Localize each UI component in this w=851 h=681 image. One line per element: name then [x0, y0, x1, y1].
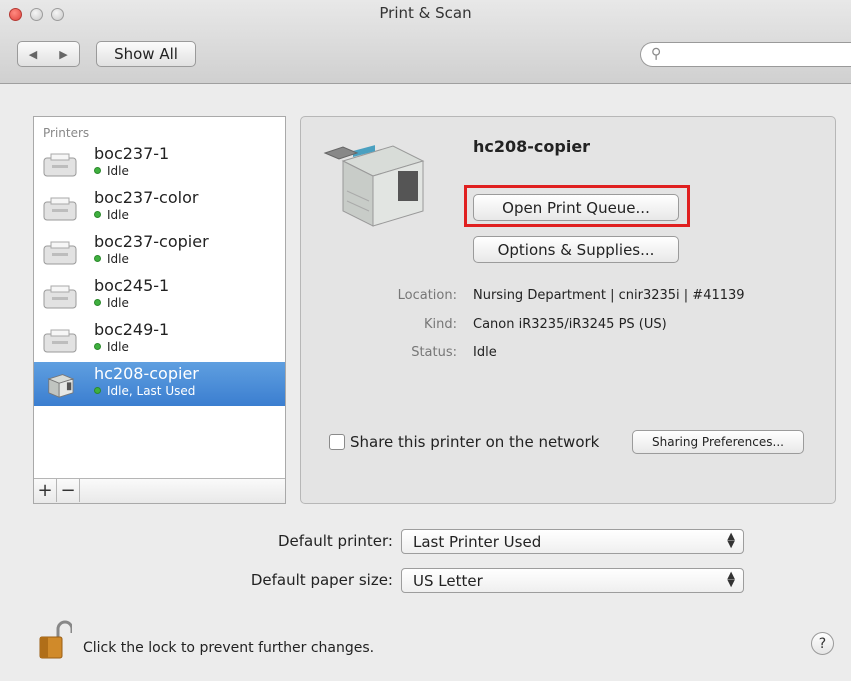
lock-instruction-text: Click the lock to prevent further change…	[83, 640, 375, 656]
status-label: Status:	[411, 345, 457, 360]
printer-icon	[43, 285, 77, 309]
location-value: Nursing Department | cnir3235i | #41139	[473, 288, 745, 303]
window-title: Print & Scan	[379, 4, 472, 22]
printer-status: Idle, Last Used	[94, 384, 195, 398]
remove-printer-button[interactable]: −	[57, 479, 80, 502]
print-scan-window: Print & Scan ◀ ▶ Show All ⚲ Printers boc…	[0, 0, 851, 681]
printer-status-text: Idle, Last Used	[107, 384, 196, 398]
search-icon: ⚲	[651, 46, 662, 62]
copier-icon	[47, 374, 75, 398]
printer-status-text: Idle	[107, 208, 129, 222]
status-dot-icon	[94, 343, 101, 350]
status-dot-icon	[94, 167, 101, 174]
back-arrow-icon: ◀	[28, 47, 38, 61]
unlocked-padlock-icon[interactable]	[38, 620, 72, 660]
default-printer-value: Last Printer Used	[413, 532, 542, 551]
show-all-button[interactable]: Show All	[96, 41, 196, 67]
options-supplies-button[interactable]: Options & Supplies...	[473, 236, 679, 263]
selected-printer-name: hc208-copier	[473, 137, 591, 156]
sharing-preferences-button[interactable]: Sharing Preferences...	[632, 430, 804, 454]
stepper-arrows-icon: ▲ ▼	[727, 531, 735, 550]
default-printer-label: Default printer:	[277, 532, 393, 550]
kind-label: Kind:	[423, 317, 457, 332]
printer-icon	[43, 197, 77, 221]
printer-name: boc237-1	[94, 144, 170, 163]
printer-list-item[interactable]: boc245-1 Idle	[34, 274, 285, 318]
share-printer-checkbox[interactable]	[329, 434, 345, 450]
printer-status-text: Idle	[107, 164, 129, 178]
default-paper-value: US Letter	[413, 571, 483, 590]
default-printer-select[interactable]: Last Printer Used ▲ ▼	[401, 529, 744, 554]
printer-list-header: Printers	[43, 126, 90, 140]
share-printer-label[interactable]: Share this printer on the network	[350, 433, 599, 451]
status-dot-icon	[94, 387, 101, 394]
printer-status-text: Idle	[107, 296, 129, 310]
printer-list-item[interactable]: hc208-copier Idle, Last Used	[34, 362, 285, 406]
search-field[interactable]: ⚲	[640, 42, 851, 67]
forward-arrow-icon: ▶	[59, 47, 68, 61]
status-dot-icon	[94, 255, 101, 262]
stepper-arrows-icon: ▲ ▼	[727, 570, 735, 589]
printer-name: boc245-1	[94, 276, 170, 295]
add-printer-button[interactable]: +	[34, 479, 57, 502]
printer-status: Idle	[94, 164, 129, 178]
printer-icon	[43, 329, 77, 353]
printer-status: Idle	[94, 252, 129, 266]
forward-button[interactable]: ▶	[48, 41, 80, 67]
printer-status-text: Idle	[107, 252, 129, 266]
printer-name: boc237-color	[94, 188, 199, 207]
status-dot-icon	[94, 299, 101, 306]
kind-value: Canon iR3235/iR3245 PS (US)	[473, 317, 667, 332]
printer-status: Idle	[94, 208, 129, 222]
printer-name: boc237-copier	[94, 232, 209, 251]
default-paper-select[interactable]: US Letter ▲ ▼	[401, 568, 744, 593]
default-paper-label: Default paper size:	[250, 571, 393, 589]
printer-list[interactable]: Printers boc237-1 Idle boc237-color Idle boc…	[33, 116, 286, 504]
status-dot-icon	[94, 211, 101, 218]
printer-detail-panel: hc208-copier Open Print Queue... Options…	[300, 116, 836, 504]
highlight-box	[464, 185, 690, 227]
printer-icon	[43, 153, 77, 177]
back-button[interactable]: ◀	[17, 41, 49, 67]
printer-list-footer: + −	[34, 478, 285, 503]
printer-name: boc249-1	[94, 320, 170, 339]
printer-list-item[interactable]: boc237-copier Idle	[34, 230, 285, 274]
printer-status: Idle	[94, 296, 129, 310]
help-button[interactable]: ?	[811, 632, 834, 655]
copier-printer-icon	[323, 145, 425, 227]
status-value: Idle	[473, 345, 497, 360]
printer-icon	[43, 241, 77, 265]
location-label: Location:	[397, 288, 457, 303]
printer-list-item[interactable]: boc237-1 Idle	[34, 142, 285, 186]
printer-list-item[interactable]: boc237-color Idle	[34, 186, 285, 230]
printer-status-text: Idle	[107, 340, 129, 354]
printer-status: Idle	[94, 340, 129, 354]
printer-name: hc208-copier	[94, 364, 199, 383]
title-toolbar-bar: Print & Scan ◀ ▶ Show All ⚲	[0, 0, 851, 84]
printer-list-item[interactable]: boc249-1 Idle	[34, 318, 285, 362]
